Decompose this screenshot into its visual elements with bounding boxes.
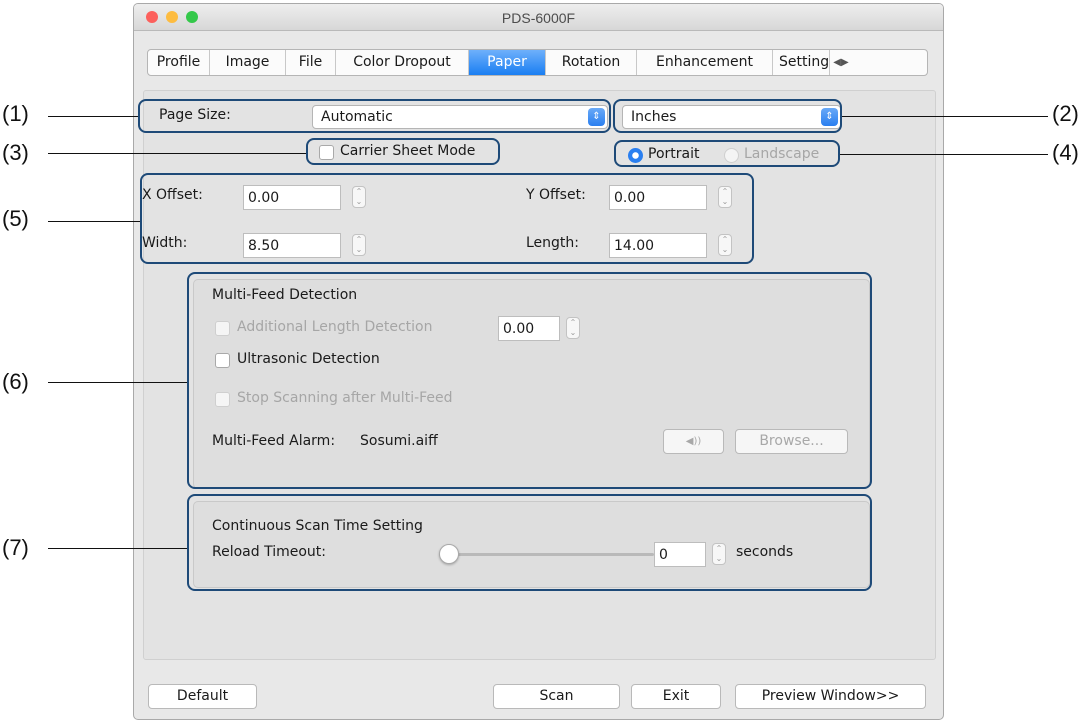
leader-2 bbox=[842, 116, 1048, 117]
leader-1 bbox=[48, 116, 138, 117]
default-button[interactable]: Default bbox=[148, 684, 257, 709]
tab-profile[interactable]: Profile bbox=[148, 50, 210, 75]
highlight-carrier-sheet bbox=[306, 138, 500, 165]
callout-2: (2) bbox=[1052, 101, 1079, 126]
callout-6: (6) bbox=[2, 369, 29, 394]
preview-window-button[interactable]: Preview Window>> bbox=[735, 684, 926, 709]
highlight-continuous-scan bbox=[187, 494, 872, 591]
highlight-multi-feed bbox=[187, 272, 872, 489]
highlight-orientation bbox=[614, 140, 840, 167]
highlight-size-offset bbox=[140, 173, 754, 264]
leader-4 bbox=[840, 154, 1048, 155]
window-title: PDS-6000F bbox=[501, 10, 576, 26]
leader-6 bbox=[48, 382, 187, 383]
tab-scroll-icon[interactable]: ◀▶ bbox=[829, 50, 852, 75]
tab-setting[interactable]: Setting bbox=[773, 50, 829, 75]
scan-button[interactable]: Scan bbox=[493, 684, 620, 709]
exit-button[interactable]: Exit bbox=[631, 684, 721, 709]
callout-7: (7) bbox=[2, 535, 29, 560]
tab-paper[interactable]: Paper bbox=[469, 50, 546, 75]
tab-rotation[interactable]: Rotation bbox=[546, 50, 637, 75]
highlight-page-size bbox=[138, 99, 611, 133]
tab-image[interactable]: Image bbox=[210, 50, 286, 75]
callout-3: (3) bbox=[2, 140, 29, 165]
title-bar: PDS-6000F bbox=[134, 4, 943, 31]
callout-1: (1) bbox=[2, 101, 29, 126]
tab-bar: Profile Image File Color Dropout Paper R… bbox=[147, 49, 928, 76]
leader-3 bbox=[48, 153, 306, 154]
tab-color-dropout[interactable]: Color Dropout bbox=[336, 50, 469, 75]
highlight-unit bbox=[613, 99, 842, 133]
callout-4: (4) bbox=[1052, 140, 1079, 165]
tab-enhancement[interactable]: Enhancement bbox=[637, 50, 773, 75]
tab-file[interactable]: File bbox=[286, 50, 336, 75]
leader-7 bbox=[48, 548, 187, 549]
callout-5: (5) bbox=[2, 206, 29, 231]
leader-5 bbox=[48, 221, 140, 222]
